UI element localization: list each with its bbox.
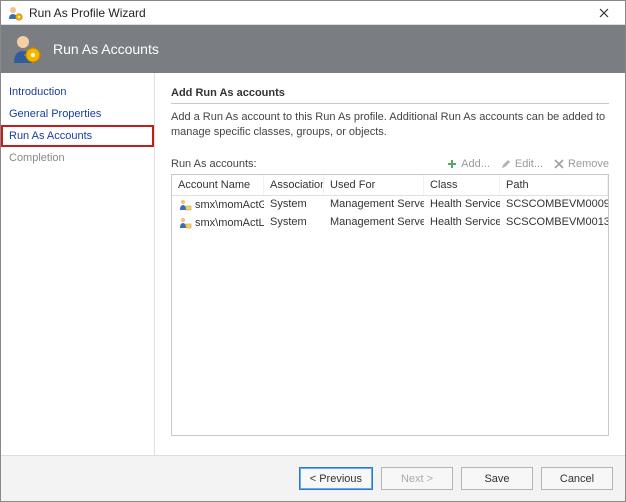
cell-class: Health Service xyxy=(424,214,500,232)
sidebar-item-general-properties[interactable]: General Properties xyxy=(1,103,154,125)
edit-label: Edit... xyxy=(515,158,543,170)
wizard-body: Introduction General Properties Run As A… xyxy=(1,73,625,455)
cancel-button[interactable]: Cancel xyxy=(541,467,613,490)
window-title: Run As Profile Wizard xyxy=(29,6,589,20)
accounts-label: Run As accounts: xyxy=(171,158,436,170)
cell-account: smx\momActGMSA$ xyxy=(195,199,264,211)
user-gear-icon xyxy=(11,33,43,65)
account-icon xyxy=(178,216,192,230)
col-used-for[interactable]: Used For xyxy=(324,175,424,195)
x-icon xyxy=(553,158,565,170)
table-row[interactable]: smx\momActLowG System Management Server … xyxy=(172,214,608,232)
col-association[interactable]: Association xyxy=(264,175,324,195)
account-icon xyxy=(178,198,192,212)
pencil-icon xyxy=(500,158,512,170)
wizard-header: Run As Accounts xyxy=(1,25,625,73)
add-button[interactable]: Add... xyxy=(446,158,490,170)
sidebar-item-run-as-accounts[interactable]: Run As Accounts xyxy=(1,125,154,147)
col-class[interactable]: Class xyxy=(424,175,500,195)
cell-used-for: Management Server xyxy=(324,196,424,214)
wizard-step-title: Run As Accounts xyxy=(53,41,159,57)
accounts-table: Account Name Association Used For Class … xyxy=(171,174,609,436)
sidebar-item-completion[interactable]: Completion xyxy=(1,147,154,169)
previous-button[interactable]: < Previous xyxy=(299,467,373,490)
cell-used-for: Management Server xyxy=(324,214,424,232)
content-heading: Add Run As accounts xyxy=(171,87,609,104)
table-row[interactable]: smx\momActGMSA$ System Management Server… xyxy=(172,196,608,214)
app-icon xyxy=(7,5,23,21)
cell-class: Health Service xyxy=(424,196,500,214)
wizard-sidebar: Introduction General Properties Run As A… xyxy=(1,73,155,455)
wizard-window: Run As Profile Wizard xyxy=(0,0,626,502)
cell-association: System xyxy=(264,196,324,214)
cell-path: SCSCOMBEVM00099.sm xyxy=(500,196,608,214)
cell-association: System xyxy=(264,214,324,232)
sidebar-item-introduction[interactable]: Introduction xyxy=(1,81,154,103)
next-button[interactable]: Next > xyxy=(381,467,453,490)
save-button[interactable]: Save xyxy=(461,467,533,490)
close-button[interactable] xyxy=(589,3,619,23)
plus-icon xyxy=(446,158,458,170)
add-label: Add... xyxy=(461,158,490,170)
titlebar: Run As Profile Wizard xyxy=(1,1,625,25)
cell-account: smx\momActLowG xyxy=(195,217,264,229)
content-description: Add a Run As account to this Run As prof… xyxy=(171,110,609,140)
col-path[interactable]: Path xyxy=(500,175,608,195)
table-header: Account Name Association Used For Class … xyxy=(172,175,608,196)
remove-label: Remove xyxy=(568,158,609,170)
col-account-name[interactable]: Account Name xyxy=(172,175,264,195)
remove-button[interactable]: Remove xyxy=(553,158,609,170)
wizard-footer: < Previous Next > Save Cancel xyxy=(1,455,625,501)
accounts-toolbar: Run As accounts: Add... Edit... xyxy=(171,158,609,170)
cell-path: SCSCOMBEVM00134.sm xyxy=(500,214,608,232)
edit-button[interactable]: Edit... xyxy=(500,158,543,170)
wizard-content: Add Run As accounts Add a Run As account… xyxy=(155,73,625,455)
